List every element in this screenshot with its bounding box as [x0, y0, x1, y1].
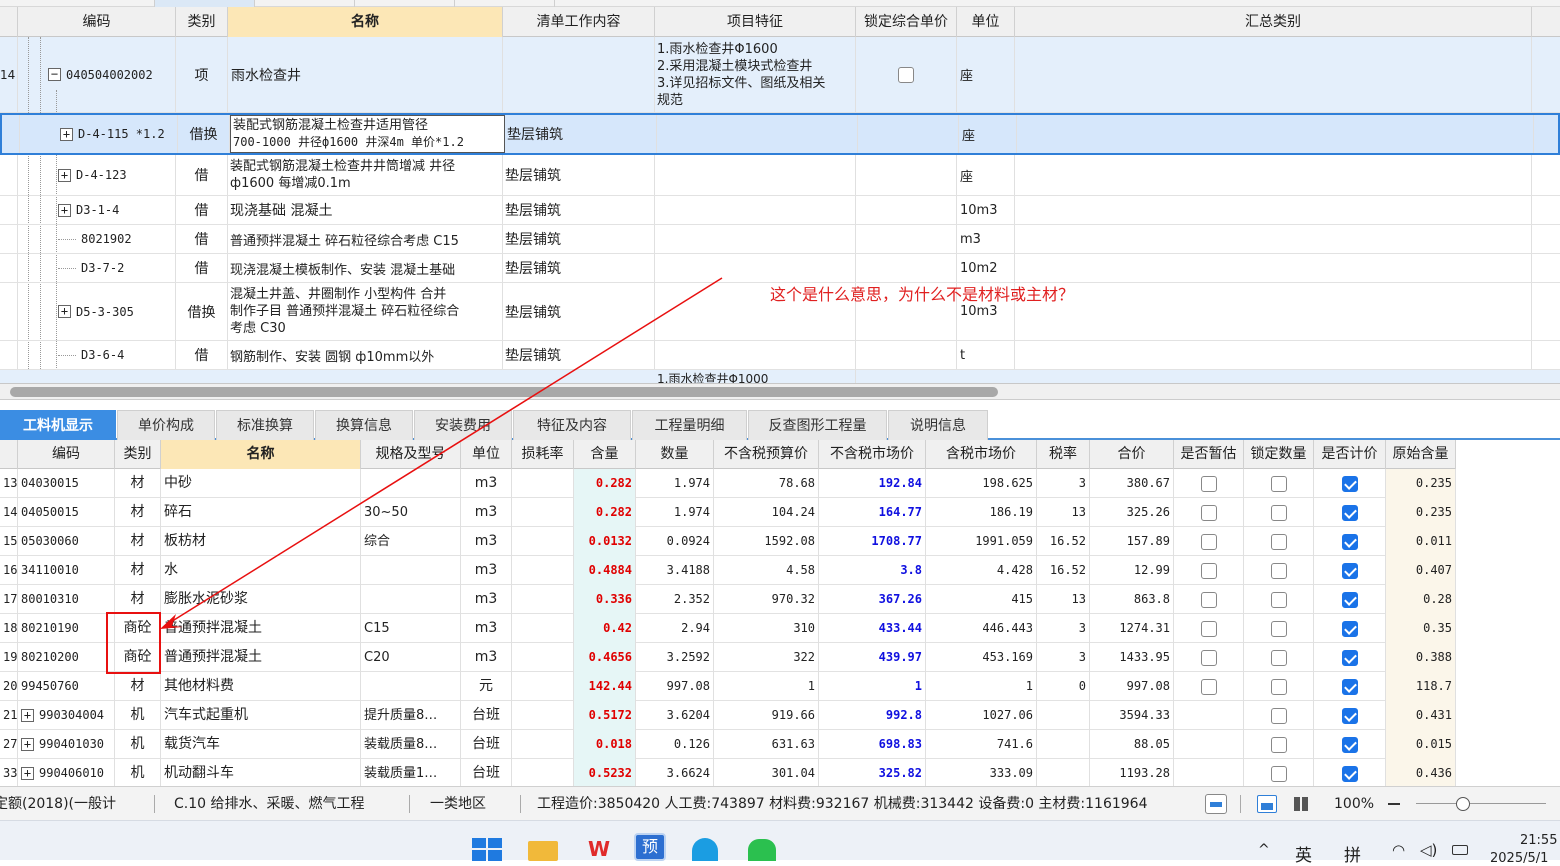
vertical-layout-icon[interactable]: [1257, 795, 1277, 813]
clock-time[interactable]: 21:55: [1520, 833, 1557, 848]
wifi-icon[interactable]: ◠: [1392, 841, 1405, 859]
split-layout-icon[interactable]: [1294, 797, 1300, 811]
taskbar: W 预 ^ 英 拼 ◠ ◁) 21:55 2025/5/1: [0, 820, 1560, 866]
battery-icon[interactable]: [1452, 845, 1468, 855]
annotation-arrow: [160, 277, 723, 629]
file-explorer-icon[interactable]: [528, 841, 558, 861]
annotation-arrow-line: [165, 277, 723, 626]
zoom-slider-thumb[interactable]: [1456, 797, 1470, 811]
annotation-text: 这个是什么意思，为什么不是材料或主材？: [770, 285, 1075, 304]
status-region[interactable]: 一类地区: [430, 787, 486, 821]
clock-date[interactable]: 2025/5/1: [1490, 851, 1548, 866]
status-category[interactable]: C.10 给排水、采暖、燃气工程: [174, 787, 365, 821]
status-summary: 工程造价:3850420 人工费:743897 材料费:932167 机械费:3…: [537, 796, 1148, 812]
ime-language[interactable]: 英: [1295, 841, 1312, 866]
status-quota[interactable]: 定额(2018)(一般计: [0, 787, 139, 821]
layout-icon[interactable]: [1205, 794, 1227, 814]
zoom-level: 100%: [1334, 796, 1375, 812]
zoom-out-icon[interactable]: [1388, 803, 1400, 805]
chevron-up-icon[interactable]: ^: [1258, 843, 1272, 857]
pricing-app-icon[interactable]: 预: [634, 833, 666, 861]
ime-mode[interactable]: 拼: [1344, 841, 1361, 866]
wps-icon[interactable]: W: [583, 837, 615, 861]
zoom-slider-track[interactable]: [1416, 803, 1546, 804]
status-bar: 定额(2018)(一般计 C.10 给排水、采暖、燃气工程 一类地区 工程造价:…: [0, 786, 1560, 820]
windows-start-icon[interactable]: [472, 838, 502, 861]
edge-browser-icon[interactable]: [692, 838, 718, 861]
volume-icon[interactable]: ◁): [1420, 841, 1437, 859]
wechat-icon[interactable]: [748, 839, 776, 861]
